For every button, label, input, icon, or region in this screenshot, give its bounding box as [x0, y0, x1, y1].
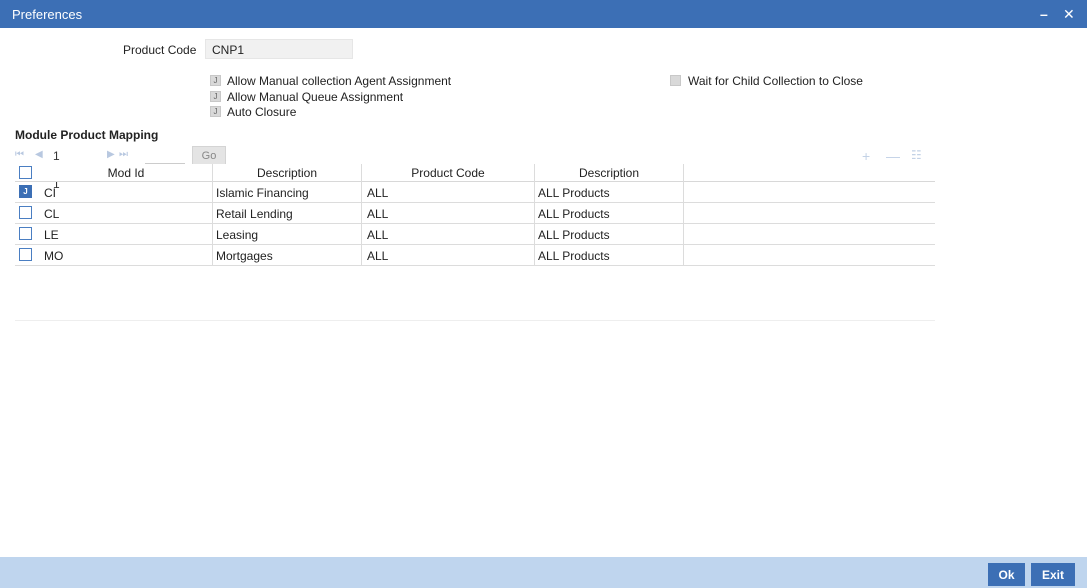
description-cell: Retail Lending [216, 207, 293, 221]
product-description-cell: ALL Products [538, 228, 610, 242]
wait-child-label: Wait for Child Collection to Close [688, 74, 863, 88]
allow-manual-queue-label: Allow Manual Queue Assignment [227, 90, 404, 104]
title-bar: Preferences – ✕ [0, 0, 1087, 28]
allow-manual-agent-checkbox[interactable]: J [210, 75, 221, 86]
column-divider [683, 224, 684, 245]
mod-id-cell: MO [44, 249, 64, 263]
header-description: Description [256, 166, 318, 180]
product-code-cell: ALL [367, 249, 389, 263]
description-cell: Islamic Financing [216, 186, 309, 200]
table-row[interactable]: MO Mortgages ALL ALL Products [15, 245, 935, 266]
description-cell: Mortgages [216, 249, 273, 263]
page-number-input[interactable] [145, 148, 185, 164]
description-cell: Leasing [216, 228, 259, 242]
column-divider [683, 245, 684, 266]
mod-id-cell: CL [44, 207, 60, 221]
column-divider [683, 164, 684, 182]
product-code-cell: ALL [367, 228, 389, 242]
ok-button[interactable]: Ok [988, 563, 1025, 586]
header-product-description: Description [578, 166, 640, 180]
column-divider [212, 203, 213, 224]
footer-bar [0, 557, 1087, 588]
module-product-mapping-title: Module Product Mapping [15, 128, 159, 142]
select-all-checkbox[interactable] [19, 166, 32, 179]
header-mod-id: Mod Id [107, 166, 145, 180]
column-divider [212, 182, 213, 203]
go-button[interactable]: Go [192, 146, 226, 165]
column-divider [683, 182, 684, 203]
column-divider [361, 224, 362, 245]
product-description-cell: ALL Products [538, 207, 610, 221]
window-title: Preferences [12, 7, 83, 22]
allow-manual-agent-label: Allow Manual collection Agent Assignment [227, 74, 452, 88]
row-checkbox[interactable] [19, 227, 32, 240]
column-divider [361, 182, 362, 203]
close-icon[interactable]: ✕ [1063, 6, 1075, 23]
column-divider [212, 245, 213, 266]
table-row[interactable]: J CI Islamic Financing ALL ALL Products [15, 182, 935, 203]
exit-button[interactable]: Exit [1031, 563, 1075, 586]
product-code-field[interactable]: CNP1 [205, 39, 353, 59]
first-page-icon[interactable]: ⏮ [15, 149, 24, 160]
column-divider [683, 203, 684, 224]
product-code-cell: ALL [367, 207, 389, 221]
table-header: Mod Id Description Product Code Descript… [15, 164, 935, 182]
column-divider [212, 224, 213, 245]
product-code-label: Product Code [123, 43, 197, 57]
next-page-icon[interactable]: ▶ [107, 149, 115, 160]
last-page-icon[interactable]: ⏭ [119, 149, 128, 160]
column-divider [361, 203, 362, 224]
table-row[interactable]: CL Retail Lending ALL ALL Products [15, 203, 935, 224]
mod-id-cell: LE [44, 228, 59, 242]
prev-page-icon[interactable]: ◀ [35, 149, 43, 160]
auto-closure-label: Auto Closure [227, 105, 297, 119]
wait-child-checkbox[interactable] [670, 75, 681, 86]
product-code-cell: ALL [367, 186, 389, 200]
row-checkbox[interactable]: J [19, 185, 32, 198]
table-bottom-divider [15, 320, 935, 321]
column-divider [534, 203, 535, 224]
column-divider [534, 224, 535, 245]
column-divider [361, 245, 362, 266]
auto-closure-checkbox[interactable]: J [210, 106, 221, 117]
column-divider [534, 245, 535, 266]
product-description-cell: ALL Products [538, 186, 610, 200]
mod-id-cell: CI [44, 186, 56, 200]
delete-row-icon[interactable]: — [886, 148, 900, 164]
product-description-cell: ALL Products [538, 249, 610, 263]
row-checkbox[interactable] [19, 206, 32, 219]
add-row-icon[interactable]: + [862, 148, 870, 164]
minimize-icon[interactable]: – [1040, 6, 1048, 22]
row-checkbox[interactable] [19, 248, 32, 261]
column-divider [534, 182, 535, 203]
view-row-icon[interactable]: ☷ [911, 148, 922, 162]
table-row[interactable]: LE Leasing ALL ALL Products [15, 224, 935, 245]
header-product-code: Product Code [411, 166, 485, 180]
allow-manual-queue-checkbox[interactable]: J [210, 91, 221, 102]
